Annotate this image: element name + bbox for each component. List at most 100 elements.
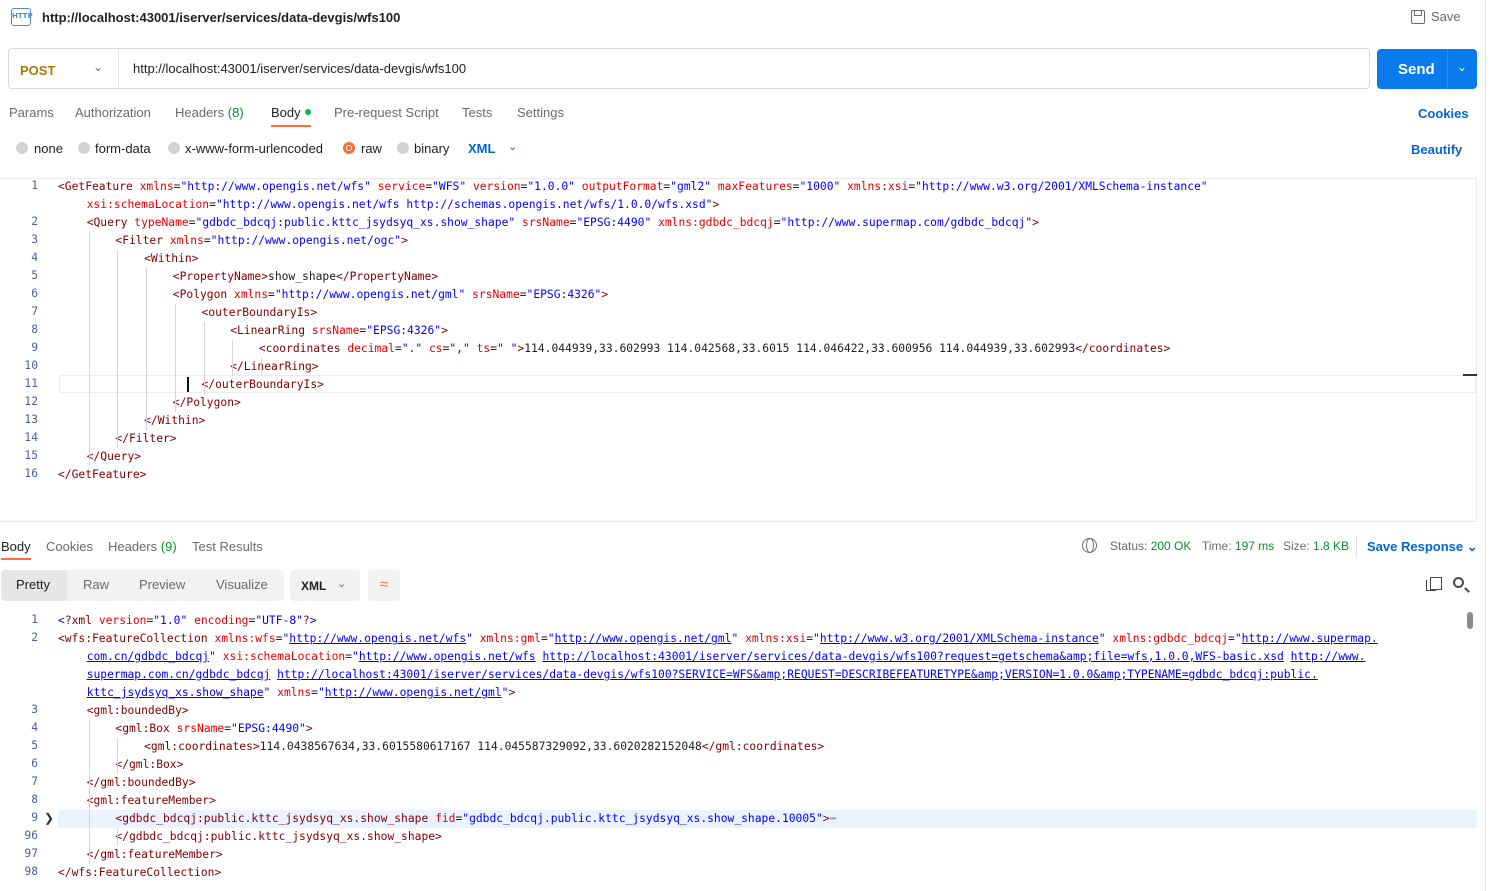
- code-line[interactable]: <gml:boundedBy>: [87, 702, 189, 720]
- code-line[interactable]: <?xml version="1.0" encoding="UTF-8"?>: [58, 612, 317, 630]
- request-title[interactable]: http://localhost:43001/iserver/services/…: [42, 10, 400, 25]
- chevron-down-icon[interactable]: ⌄: [508, 140, 517, 153]
- response-tab-cookies[interactable]: Cookies: [46, 539, 93, 554]
- radio-binary[interactable]: [397, 142, 409, 154]
- line-number: 7: [31, 305, 38, 318]
- code-line[interactable]: xsi:schemaLocation="http://www.opengis.n…: [87, 196, 720, 214]
- tab-settings[interactable]: Settings: [517, 105, 564, 120]
- code-line[interactable]: <gdbdc_bdcqj:public.kttc_jsydsyq_xs.show…: [115, 810, 836, 828]
- code-token: <gdbdc_bdcqj:public.kttc_jsydsyq_xs.show…: [115, 812, 436, 825]
- code-line[interactable]: <gml:Box srsName="EPSG:4490">: [115, 720, 312, 738]
- body-language-select[interactable]: XML: [468, 141, 495, 156]
- radio-binary-label[interactable]: binary: [414, 141, 449, 156]
- line-number: 12: [24, 395, 38, 408]
- active-response-tab-indicator: [1, 558, 31, 560]
- code-token: ?xml: [64, 614, 99, 627]
- size-value: 1.8 KB: [1313, 539, 1350, 553]
- search-icon[interactable]: [1453, 577, 1464, 588]
- response-scrollbar[interactable]: [1467, 612, 1473, 629]
- code-line[interactable]: </LinearRing>: [230, 358, 318, 376]
- size-indicator[interactable]: Size: 1.8 KB: [1283, 539, 1349, 553]
- code-line[interactable]: </Query>: [87, 448, 141, 466]
- view-raw-button[interactable]: Raw: [83, 577, 109, 592]
- chevron-right-icon[interactable]: ❯: [44, 811, 54, 825]
- code-line[interactable]: <coordinates decimal="." cs="," ts=" ">1…: [259, 340, 1170, 358]
- url-input[interactable]: [133, 61, 1333, 76]
- chevron-down-icon: ⌄: [93, 60, 104, 74]
- code-line[interactable]: </gml:featureMember>: [87, 846, 223, 864]
- radio-form-data-label[interactable]: form-data: [95, 141, 151, 156]
- line-number: 14: [24, 431, 38, 444]
- response-format-select[interactable]: XML ⌄: [290, 570, 360, 601]
- globe-icon[interactable]: [1082, 538, 1097, 553]
- code-line[interactable]: <gml:featureMember>: [87, 792, 216, 810]
- radio-none-label[interactable]: none: [34, 141, 63, 156]
- code-line[interactable]: <wfs:FeatureCollection xmlns:wfs="http:/…: [58, 630, 1378, 648]
- code-line[interactable]: </Filter>: [115, 430, 176, 448]
- code-line[interactable]: </Polygon>: [173, 394, 241, 412]
- response-tab-headers[interactable]: Headers (9): [108, 539, 177, 554]
- save-label: Save: [1431, 9, 1461, 24]
- code-line[interactable]: <GetFeature xmlns = "http://www.opengis.ne…: [58, 178, 1208, 196]
- size-label: Size:: [1283, 539, 1310, 553]
- code-line[interactable]: </outerBoundaryIs>: [202, 376, 324, 394]
- send-button[interactable]: Send ⌄: [1377, 49, 1477, 89]
- cookies-link[interactable]: Cookies: [1418, 106, 1469, 121]
- code-token: "1.0.0": [527, 180, 575, 193]
- status-indicator[interactable]: Status: 200 OK: [1110, 539, 1191, 553]
- line-number: 96: [24, 829, 38, 842]
- code-line[interactable]: <gml:coordinates>114.0438567634,33.60155…: [144, 738, 824, 756]
- beautify-button[interactable]: Beautify: [1411, 142, 1462, 157]
- tab-body[interactable]: Body: [271, 105, 311, 120]
- code-line[interactable]: </Within>: [144, 412, 205, 430]
- code-token: >: [305, 722, 313, 735]
- code-token: xsi:schemaLocation: [86, 198, 210, 211]
- time-indicator[interactable]: Time: 197 ms: [1202, 539, 1274, 553]
- code-line[interactable]: <LinearRing srsName="EPSG:4326">: [230, 322, 448, 340]
- indent-guide: [88, 232, 90, 466]
- code-token: <coordinates: [258, 342, 348, 355]
- code-line[interactable]: kttc_jsydsyq_xs.show_shape" xmlns="http:…: [87, 684, 516, 702]
- code-token: "http://www.opengis.net/ogc": [210, 234, 402, 247]
- code-line[interactable]: <PropertyName>show_shape</PropertyName>: [173, 268, 438, 286]
- radio-raw[interactable]: [343, 142, 355, 154]
- view-preview-button[interactable]: Preview: [139, 577, 185, 592]
- code-token: srsName: [472, 288, 520, 301]
- tab-headers[interactable]: Headers (8): [175, 105, 244, 120]
- tab-authorization[interactable]: Authorization: [75, 105, 151, 120]
- tab-pre-request-script[interactable]: Pre-request Script: [334, 105, 439, 120]
- code-line[interactable]: <Query typeName="gdbdc_bdcqj:public.kttc…: [87, 214, 1039, 232]
- code-token: kttc_jsydsyq_xs.show_shape: [86, 686, 264, 699]
- code-line[interactable]: </wfs:FeatureCollection>: [58, 864, 221, 882]
- response-tab-body[interactable]: Body: [1, 539, 31, 554]
- code-line[interactable]: </GetFeature>: [58, 466, 146, 484]
- code-line[interactable]: </gml:boundedBy>: [87, 774, 196, 792]
- tab-tests[interactable]: Tests: [462, 105, 492, 120]
- code-token: outputFormat: [581, 180, 664, 193]
- code-line[interactable]: com.cn/gdbdc_bdcqj" xsi:schemaLocation="…: [87, 648, 1366, 666]
- send-options-chevron-icon[interactable]: ⌄: [1457, 60, 1467, 74]
- tab-params[interactable]: Params: [9, 105, 54, 120]
- radio-form-data[interactable]: [78, 142, 90, 154]
- code-line[interactable]: supermap.com.cn/gdbdc_bdcqj http://local…: [87, 666, 1318, 684]
- save-button[interactable]: Save: [1411, 9, 1461, 24]
- radio-urlencoded[interactable]: [168, 142, 180, 154]
- editor-scroll-marker[interactable]: [1463, 374, 1477, 376]
- method-select[interactable]: POST ⌄: [9, 49, 119, 88]
- code-line[interactable]: </gdbdc_bdcqj:public.kttc_jsydsyq_xs.sho…: [115, 828, 441, 846]
- view-pretty-button[interactable]: Pretty: [16, 577, 50, 592]
- response-tab-test-results[interactable]: Test Results: [192, 539, 263, 554]
- radio-none[interactable]: [16, 142, 28, 154]
- radio-raw-label[interactable]: raw: [361, 141, 382, 156]
- save-response-button[interactable]: Save Response ⌄: [1367, 539, 1478, 555]
- code-line[interactable]: </gml:Box>: [115, 756, 183, 774]
- wrap-lines-icon[interactable]: ≈: [368, 570, 400, 601]
- view-visualize-button[interactable]: Visualize: [216, 577, 268, 592]
- code-line[interactable]: <Within>: [144, 250, 198, 268]
- radio-urlencoded-label[interactable]: x-www-form-urlencoded: [185, 141, 323, 156]
- code-line[interactable]: <Polygon xmlns="http://www.opengis.net/g…: [173, 286, 608, 304]
- code-line[interactable]: <Filter xmlns="http://www.opengis.net/og…: [115, 232, 408, 250]
- copy-icon[interactable]: [1426, 577, 1442, 591]
- code-line[interactable]: <outerBoundaryIs>: [202, 304, 318, 322]
